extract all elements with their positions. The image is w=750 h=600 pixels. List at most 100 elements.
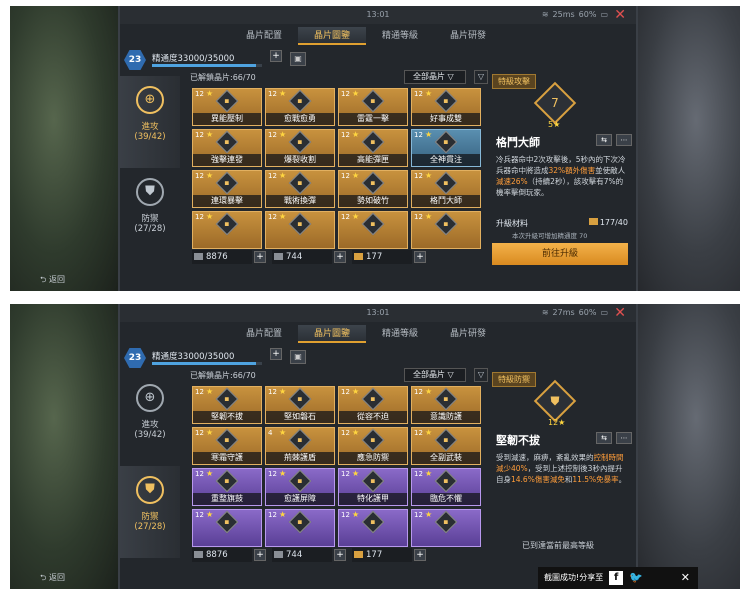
chip-card[interactable]: 12 ★ ◆ 特化護甲 [338, 468, 408, 506]
tab-mastery-level[interactable]: 精通等級 [366, 325, 434, 343]
add-proficiency-button[interactable]: + [270, 50, 282, 62]
chip-card[interactable]: 12 ★ ◆ [338, 509, 408, 547]
chip-card[interactable]: 12 ★ ◆ 好事成雙 [411, 88, 481, 126]
filter-value: 全部晶片 [413, 72, 445, 81]
game-window: 13:01 ≋ 27ms 60% ▭ ✕ 晶片配置 晶片圖鑒 精通等級 晶片研發… [118, 304, 638, 589]
chip-card[interactable]: 12 ★ ◆ [338, 211, 408, 249]
star-icon: ★ [425, 428, 433, 437]
chip-card[interactable]: 12 ★ ◆ 臨危不懼 [411, 468, 481, 506]
chip-card[interactable]: 12 ★ ◆ [411, 211, 481, 249]
more-icon[interactable]: ⋯ [616, 134, 632, 146]
chip-card[interactable]: 12 ★ ◆ [192, 211, 262, 249]
gallery-icon[interactable]: ▣ [290, 350, 306, 364]
star-icon: ★ [206, 212, 214, 221]
chip-name: 從容不迫 [339, 411, 407, 423]
sidebar-item-defense[interactable]: ⛊ 防禦 (27/28) [120, 466, 180, 558]
star-icon: ★ [425, 171, 433, 180]
back-button[interactable]: ⮌ 返回 [40, 274, 65, 288]
chip-card[interactable]: 12 ★ ◆ 全神貫注 [411, 129, 481, 167]
chip-card[interactable]: 12 ★ ◆ 全副武裝 [411, 427, 481, 465]
iron-material-icon [274, 253, 283, 260]
close-icon[interactable]: ✕ [614, 305, 626, 321]
chip-card[interactable]: 12 ★ ◆ 應急防禦 [338, 427, 408, 465]
chip-icon: ◆ [361, 212, 385, 236]
back-button[interactable]: ⮌ 返回 [40, 572, 65, 586]
tab-chip-config[interactable]: 晶片配置 [230, 325, 298, 343]
chip-icon: ◆ [434, 171, 458, 195]
chip-stars: 5★ [548, 120, 561, 129]
chip-card[interactable]: 12 ★ ◆ 勢如破竹 [338, 170, 408, 208]
add-resource-button[interactable]: + [414, 549, 426, 561]
add-resource-button[interactable]: + [334, 251, 346, 263]
sidebar-item-defense[interactable]: ⛊ 防禦 (27/28) [120, 168, 180, 260]
add-resource-button[interactable]: + [334, 549, 346, 561]
star-icon: ★ [352, 89, 360, 98]
tab-chip-config[interactable]: 晶片配置 [230, 27, 298, 45]
chip-icon: ◆ [288, 510, 312, 534]
tab-mastery-level[interactable]: 精通等級 [366, 27, 434, 45]
chip-detail-icon: ⛊ [533, 379, 577, 423]
chip-card[interactable]: 12 ★ ◆ 重整旗鼓 [192, 468, 262, 506]
star-icon: ★ [206, 89, 214, 98]
filter-icon[interactable]: ▽ [474, 368, 488, 382]
twitter-icon[interactable]: 🐦 [629, 567, 643, 589]
chip-card[interactable]: 12 ★ ◆ 堅韌不拔 [192, 386, 262, 424]
chip-card[interactable]: 12 ★ ◆ 雷霆一擊 [338, 88, 408, 126]
chip-card[interactable]: 12 ★ ◆ 堅如磐石 [265, 386, 335, 424]
star-icon: ★ [425, 387, 433, 396]
chip-card[interactable]: 12 ★ ◆ 高能彈匣 [338, 129, 408, 167]
chip-card[interactable]: 12 ★ ◆ 從容不迫 [338, 386, 408, 424]
add-resource-button[interactable]: + [254, 549, 266, 561]
share-icon[interactable]: ⇆ [596, 134, 612, 146]
chip-card[interactable]: 12 ★ ◆ 連環暴擊 [192, 170, 262, 208]
chip-card[interactable]: 12 ★ ◆ [265, 211, 335, 249]
chip-filter-select[interactable]: 全部晶片 ▽ [404, 368, 466, 382]
gallery-icon[interactable]: ▣ [290, 52, 306, 66]
chip-card[interactable]: 12 ★ ◆ [411, 509, 481, 547]
close-icon[interactable]: ✕ [681, 567, 690, 589]
chip-card[interactable]: 12 ★ ◆ 意識防護 [411, 386, 481, 424]
chip-grid: 12 ★ ◆ 異能壓制 12 ★ ◆ 愈戰愈勇 12 ★ ◆ 雷霆一擊 12 ★ ◆ 好事成雙 12 ★ ◆… [192, 88, 484, 249]
silver-material-icon [194, 551, 203, 558]
shield-icon: ⛊ [136, 178, 164, 206]
chip-level: 12 [414, 172, 423, 180]
upgrade-button[interactable]: 前往升級 [492, 243, 628, 265]
share-icon[interactable]: ⇆ [596, 432, 612, 444]
filter-icon[interactable]: ▽ [474, 70, 488, 84]
resource-value: 744 [286, 550, 303, 560]
close-icon[interactable]: ✕ [614, 7, 626, 23]
chip-card[interactable]: 12 ★ ◆ 爆裂收割 [265, 129, 335, 167]
chip-card[interactable]: 12 ★ ◆ 寒霜守護 [192, 427, 262, 465]
chip-card[interactable]: 12 ★ ◆ [265, 509, 335, 547]
star-icon: ★ [352, 130, 360, 139]
sidebar-item-attack[interactable]: ⊕ 進攻 (39/42) [120, 76, 180, 168]
chip-card[interactable]: 12 ★ ◆ 愈戰愈勇 [265, 88, 335, 126]
sidebar-item-attack[interactable]: ⊕ 進攻 (39/42) [120, 374, 180, 466]
tab-chip-codex[interactable]: 晶片圖鑒 [298, 27, 366, 45]
facebook-icon[interactable]: f [609, 571, 624, 585]
chip-filter-select[interactable]: 全部晶片 ▽ [404, 70, 466, 84]
chip-card[interactable]: 12 ★ ◆ 異能壓制 [192, 88, 262, 126]
chip-card[interactable]: 4 ★ ◆ 荊棘護盾 [265, 427, 335, 465]
add-proficiency-button[interactable]: + [270, 348, 282, 360]
chip-icon: ◆ [288, 130, 312, 154]
tab-chip-codex[interactable]: 晶片圖鑒 [298, 325, 366, 343]
chip-card[interactable]: 12 ★ ◆ [192, 509, 262, 547]
add-resource-button[interactable]: + [254, 251, 266, 263]
chip-card[interactable]: 12 ★ ◆ 愈護屏障 [265, 468, 335, 506]
chip-name: 勢如破竹 [339, 195, 407, 207]
chip-level: 12 [341, 470, 350, 478]
add-resource-button[interactable]: + [414, 251, 426, 263]
tab-chip-research[interactable]: 晶片研發 [434, 27, 502, 45]
star-icon: ★ [206, 130, 214, 139]
chip-card[interactable]: 12 ★ ◆ 戰術換彈 [265, 170, 335, 208]
chip-card[interactable]: 12 ★ ◆ 格鬥大師 [411, 170, 481, 208]
chip-icon: ◆ [434, 89, 458, 113]
tab-chip-research[interactable]: 晶片研發 [434, 325, 502, 343]
chip-icon: ◆ [434, 387, 458, 411]
chip-card[interactable]: 12 ★ ◆ 強擊連發 [192, 129, 262, 167]
proficiency-value: 33000/35000 [177, 352, 235, 362]
more-icon[interactable]: ⋯ [616, 432, 632, 444]
resource-silver: 8876 [192, 250, 252, 264]
chip-level: 12 [195, 131, 204, 139]
